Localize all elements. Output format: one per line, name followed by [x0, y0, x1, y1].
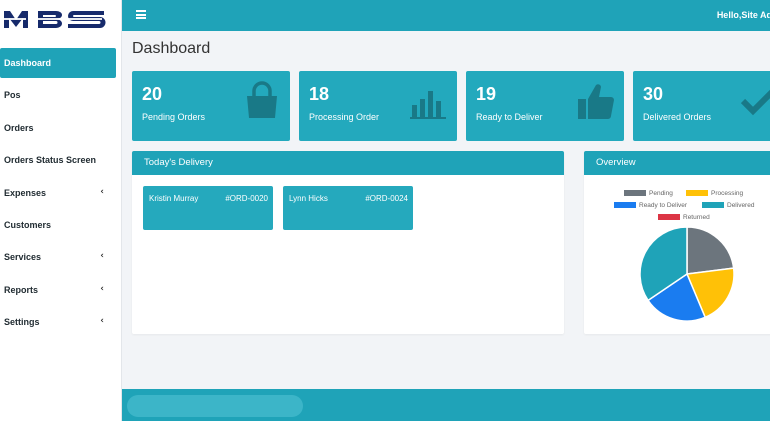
sidebar-item-label: Expenses	[4, 187, 47, 198]
top-bar: Hello,Site Ad	[122, 0, 770, 31]
delivery-card[interactable]: Lynn Hicks #ORD-0024	[283, 186, 413, 230]
sidebar-item-label: Pos	[4, 90, 21, 101]
chevron-icon: ‹	[100, 283, 104, 294]
check-icon	[740, 89, 770, 116]
thumbs-up-icon	[578, 84, 614, 119]
footer-pill	[127, 395, 303, 417]
stat-label: Delivered Orders	[643, 112, 712, 122]
shopping-bag-icon	[247, 81, 277, 118]
sidebar-item-label: Dashboard	[4, 58, 52, 68]
stat-card-processing-order[interactable]: 18 Processing Order	[299, 71, 457, 141]
stat-value: 20	[142, 84, 163, 104]
legend-item-processing[interactable]: Processing	[686, 190, 743, 197]
page-title: Dashboard	[132, 40, 211, 57]
sidebar-item-services[interactable]: Services ‹	[0, 242, 116, 272]
stat-card-ready-to-deliver[interactable]: 19 Ready to Deliver	[466, 71, 624, 141]
sidebar-item-dashboard[interactable]: Dashboard	[0, 48, 116, 78]
sidebar-item-customers[interactable]: Customers	[0, 210, 116, 240]
stat-label: Ready to Deliver	[476, 112, 543, 122]
sidebar-item-expenses[interactable]: Expenses ‹	[0, 178, 116, 208]
chevron-icon: ‹	[100, 316, 104, 327]
panel-title: Today's Delivery	[132, 151, 564, 175]
hamburger-menu-icon[interactable]	[136, 10, 146, 19]
order-number: #ORD-0024	[365, 194, 408, 203]
sidebar-item-reports[interactable]: Reports ‹	[0, 275, 116, 305]
sidebar-nav: Dashboard Pos Orders Orders Status Screen Ex…	[0, 48, 121, 337]
legend-item-pending[interactable]: Pending	[624, 190, 673, 197]
customer-name: Kristin Murray	[149, 194, 199, 203]
chevron-icon: ‹	[100, 186, 104, 197]
sidebar-item-label: Reports	[4, 284, 39, 295]
stat-card-pending-orders[interactable]: 20 Pending Orders	[132, 71, 290, 141]
sidebar-item-label: Orders	[4, 122, 34, 133]
panel-title: Overview	[584, 151, 770, 175]
legend-item-returned[interactable]: Returned	[658, 214, 710, 221]
stat-label: Pending Orders	[142, 112, 206, 122]
sidebar-item-orders-status-screen[interactable]: Orders Status Screen	[0, 145, 116, 175]
sidebar-item-label: Settings	[4, 317, 40, 328]
sidebar-item-label: Orders Status Screen	[4, 155, 97, 166]
mbs-logo	[4, 11, 106, 28]
delivery-card[interactable]: Kristin Murray #ORD-0020	[143, 186, 273, 230]
bar-chart-icon	[410, 91, 446, 119]
todays-delivery-panel: Today's Delivery Kristin Murray #ORD-002…	[132, 151, 564, 334]
order-number: #ORD-0020	[225, 194, 268, 203]
sidebar: Dashboard Pos Orders Orders Status Screen Ex…	[0, 0, 122, 421]
sidebar-item-pos[interactable]: Pos	[0, 80, 116, 110]
stat-label: Processing Order	[309, 112, 380, 122]
pie-slice-pending[interactable]	[686, 226, 735, 275]
stat-value: 30	[643, 84, 664, 104]
chevron-icon: ‹	[100, 251, 104, 262]
sidebar-item-label: Customers	[4, 219, 52, 230]
sidebar-item-settings[interactable]: Settings ‹	[0, 307, 116, 337]
footer-bar	[122, 389, 770, 421]
overview-pie-chart	[639, 226, 735, 322]
sidebar-item-orders[interactable]: Orders	[0, 113, 116, 143]
legend-item-ready-to-deliver[interactable]: Ready to Deliver	[614, 202, 687, 209]
brand-logo[interactable]	[0, 0, 121, 40]
user-greeting[interactable]: Hello,Site Ad	[717, 10, 770, 20]
stat-value: 18	[309, 84, 330, 104]
sidebar-item-label: Services	[4, 252, 42, 263]
overview-panel: Overview Pending Processing Ready to Del…	[584, 151, 770, 334]
customer-name: Lynn Hicks	[289, 194, 328, 203]
stat-card-delivered-orders[interactable]: 30 Delivered Orders	[633, 71, 770, 141]
stat-value: 19	[476, 84, 497, 104]
legend-item-delivered[interactable]: Delivered	[702, 202, 754, 209]
